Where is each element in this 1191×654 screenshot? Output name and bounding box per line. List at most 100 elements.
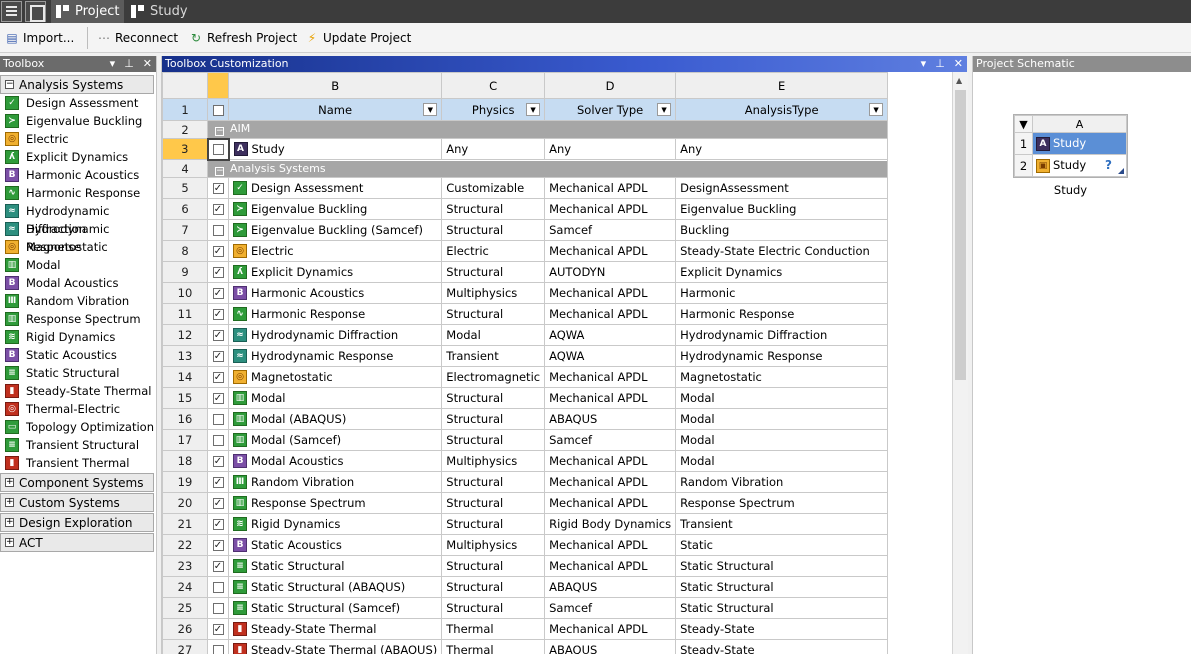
solver-type-cell[interactable]: Mechanical APDL — [544, 471, 677, 493]
toolbox-item[interactable]: ≡ Static Structural — [0, 364, 156, 382]
analysis-type-cell[interactable]: Modal — [675, 429, 889, 451]
solver-type-cell[interactable]: AUTODYN — [544, 261, 677, 283]
enable-checkbox[interactable]: ✓ — [207, 513, 229, 535]
name-cell[interactable]: ≈ Hydrodynamic Response — [227, 345, 443, 367]
physics-cell[interactable]: Electromagnetic — [441, 366, 546, 388]
toolbox-item[interactable]: ▮ Transient Thermal — [0, 454, 156, 472]
solver-type-cell[interactable]: Rigid Body Dynamics — [544, 513, 677, 535]
physics-cell[interactable]: Multiphysics — [441, 282, 546, 304]
category-analysis-systems[interactable]: − Analysis Systems — [0, 75, 154, 94]
solver-type-cell[interactable]: Mechanical APDL — [544, 534, 677, 556]
table-row[interactable]: 17 ▥ Modal (Samcef) Structural Samcef Modal — [162, 429, 889, 451]
table-row[interactable]: 6 ✓ ≻ Eigenvalue Buckling Structural Mechanic… — [162, 198, 889, 220]
toolbox-item[interactable]: ʎ Explicit Dynamics — [0, 148, 156, 166]
enable-checkbox[interactable] — [207, 639, 229, 654]
checkbox-checked[interactable]: ✓ — [212, 519, 224, 530]
table-row[interactable]: 9 ✓ ʎ Explicit Dynamics Structural AUTODYN Exp… — [162, 261, 889, 283]
filter-dropdown-icon[interactable]: ▼ — [869, 103, 884, 116]
analysis-type-cell[interactable]: Modal — [675, 387, 889, 409]
enable-checkbox[interactable]: ✓ — [207, 471, 229, 493]
column-letter[interactable]: B — [227, 72, 443, 99]
solver-type-cell[interactable]: Samcef — [544, 219, 677, 241]
physics-cell[interactable]: Structural — [441, 303, 546, 325]
checkbox-unchecked[interactable] — [212, 225, 224, 236]
checkbox-checked[interactable]: ✓ — [212, 372, 224, 383]
analysis-type-cell[interactable]: Modal — [675, 450, 889, 472]
checkbox-unchecked[interactable] — [212, 435, 224, 446]
category-collapsed[interactable]: + ACT — [0, 533, 154, 552]
table-row[interactable]: 10 ✓ B Harmonic Acoustics Multiphysics Mechan… — [162, 282, 889, 304]
checkbox-checked[interactable]: ✓ — [212, 393, 224, 404]
analysis-type-cell[interactable]: Random Vibration — [675, 471, 889, 493]
header-name[interactable]: Name ▼ — [227, 98, 443, 121]
checkbox-checked[interactable]: ✓ — [212, 477, 224, 488]
name-cell[interactable]: ▥ Modal — [227, 387, 443, 409]
checkbox-checked[interactable]: ✓ — [212, 288, 224, 299]
solver-type-cell[interactable]: Mechanical APDL — [544, 618, 677, 640]
reconnect-button[interactable]: ⋯ Reconnect — [97, 30, 178, 46]
toolbox-item[interactable]: ▥ Modal — [0, 256, 156, 274]
physics-cell[interactable]: Thermal — [441, 618, 546, 640]
analysis-type-cell[interactable]: Modal — [675, 408, 889, 430]
scrollbar-thumb[interactable] — [955, 90, 966, 380]
category-collapsed[interactable]: + Custom Systems — [0, 493, 154, 512]
toolbox-item[interactable]: ▭ Topology Optimization — [0, 418, 156, 436]
checkbox-checked[interactable]: ✓ — [212, 624, 224, 635]
close-icon[interactable]: ✕ — [954, 57, 963, 70]
solver-type-cell[interactable]: AQWA — [544, 345, 677, 367]
refresh-project-button[interactable]: ↻ Refresh Project — [189, 30, 297, 46]
toolbox-item[interactable]: ▮ Steady-State Thermal — [0, 382, 156, 400]
checkbox-checked[interactable]: ✓ — [212, 246, 224, 257]
analysis-type-cell[interactable]: DesignAssessment — [675, 177, 889, 199]
solver-type-cell[interactable]: Any — [544, 138, 677, 160]
scroll-up-icon[interactable]: ▲ — [956, 76, 962, 85]
physics-cell[interactable]: Transient — [441, 345, 546, 367]
name-cell[interactable]: B Static Acoustics — [227, 534, 443, 556]
system-caption[interactable]: Study — [1013, 183, 1128, 197]
system-cell-study[interactable]: A Study — [1032, 132, 1127, 155]
table-row[interactable]: 3 A Study Any Any Any — [162, 137, 889, 161]
checkbox-checked[interactable]: ✓ — [212, 330, 224, 341]
expand-icon[interactable]: + — [5, 518, 14, 527]
name-cell[interactable]: ≻ Eigenvalue Buckling (Samcef) — [227, 219, 443, 241]
tab-project[interactable]: Project — [51, 0, 124, 23]
analysis-type-cell[interactable]: Transient — [675, 513, 889, 535]
analysis-type-cell[interactable]: Steady-State — [675, 639, 889, 654]
name-cell[interactable]: ≡ Static Structural (ABAQUS) — [227, 576, 443, 598]
table-row[interactable]: 14 ✓ ◎ Magnetostatic Electromagnetic Mechanic… — [162, 366, 889, 388]
name-cell[interactable]: B Harmonic Acoustics — [227, 282, 443, 304]
analysis-type-cell[interactable]: Hydrodynamic Diffraction — [675, 324, 889, 346]
name-cell[interactable]: ▥ Modal (ABAQUS) — [227, 408, 443, 430]
enable-checkbox[interactable]: ✓ — [207, 387, 229, 409]
enable-checkbox[interactable]: ✓ — [207, 198, 229, 220]
toolbox-item[interactable]: ≋ Rigid Dynamics — [0, 328, 156, 346]
table-row[interactable]: 13 ✓ ≈ Hydrodynamic Response Transient AQWA Hy… — [162, 345, 889, 367]
solver-type-cell[interactable]: ABAQUS — [544, 639, 677, 654]
analysis-type-cell[interactable]: Steady-State — [675, 618, 889, 640]
checkbox-checked[interactable]: ✓ — [212, 351, 224, 362]
checkbox-checked[interactable]: ✓ — [212, 540, 224, 551]
vertical-scrollbar[interactable]: ▲ — [952, 72, 968, 654]
enable-checkbox[interactable] — [207, 576, 229, 598]
toolbox-item[interactable]: B Modal Acoustics — [0, 274, 156, 292]
solver-type-cell[interactable]: Mechanical APDL — [544, 177, 677, 199]
enable-checkbox[interactable] — [207, 597, 229, 619]
save-icon[interactable] — [25, 1, 46, 22]
physics-cell[interactable]: Structural — [441, 492, 546, 514]
enable-checkbox[interactable] — [207, 429, 229, 451]
expand-icon[interactable]: + — [5, 478, 14, 487]
table-row[interactable]: 8 ✓ ◎ Electric Electric Mechanical APDL Steady… — [162, 240, 889, 262]
name-cell[interactable]: ▮ Steady-State Thermal (ABAQUS) — [227, 639, 443, 654]
analysis-type-cell[interactable]: Static Structural — [675, 576, 889, 598]
group-label-cell[interactable]: − AIM — [206, 120, 889, 139]
dropdown-icon[interactable]: ▾ — [921, 57, 927, 70]
toolbox-item[interactable]: ▥ Response Spectrum — [0, 310, 156, 328]
table-row[interactable]: 15 ✓ ▥ Modal Structural Mechanical APDL Modal — [162, 387, 889, 409]
collapse-icon[interactable]: − — [215, 166, 224, 176]
header-solver-type[interactable]: Solver Type ▼ — [544, 98, 677, 121]
table-row[interactable]: 24 ≡ Static Structural (ABAQUS) Structural A… — [162, 576, 889, 598]
analysis-type-cell[interactable]: Static — [675, 534, 889, 556]
analysis-type-cell[interactable]: Static Structural — [675, 555, 889, 577]
category-collapsed[interactable]: + Component Systems — [0, 473, 154, 492]
name-cell[interactable]: Ⅲ Random Vibration — [227, 471, 443, 493]
